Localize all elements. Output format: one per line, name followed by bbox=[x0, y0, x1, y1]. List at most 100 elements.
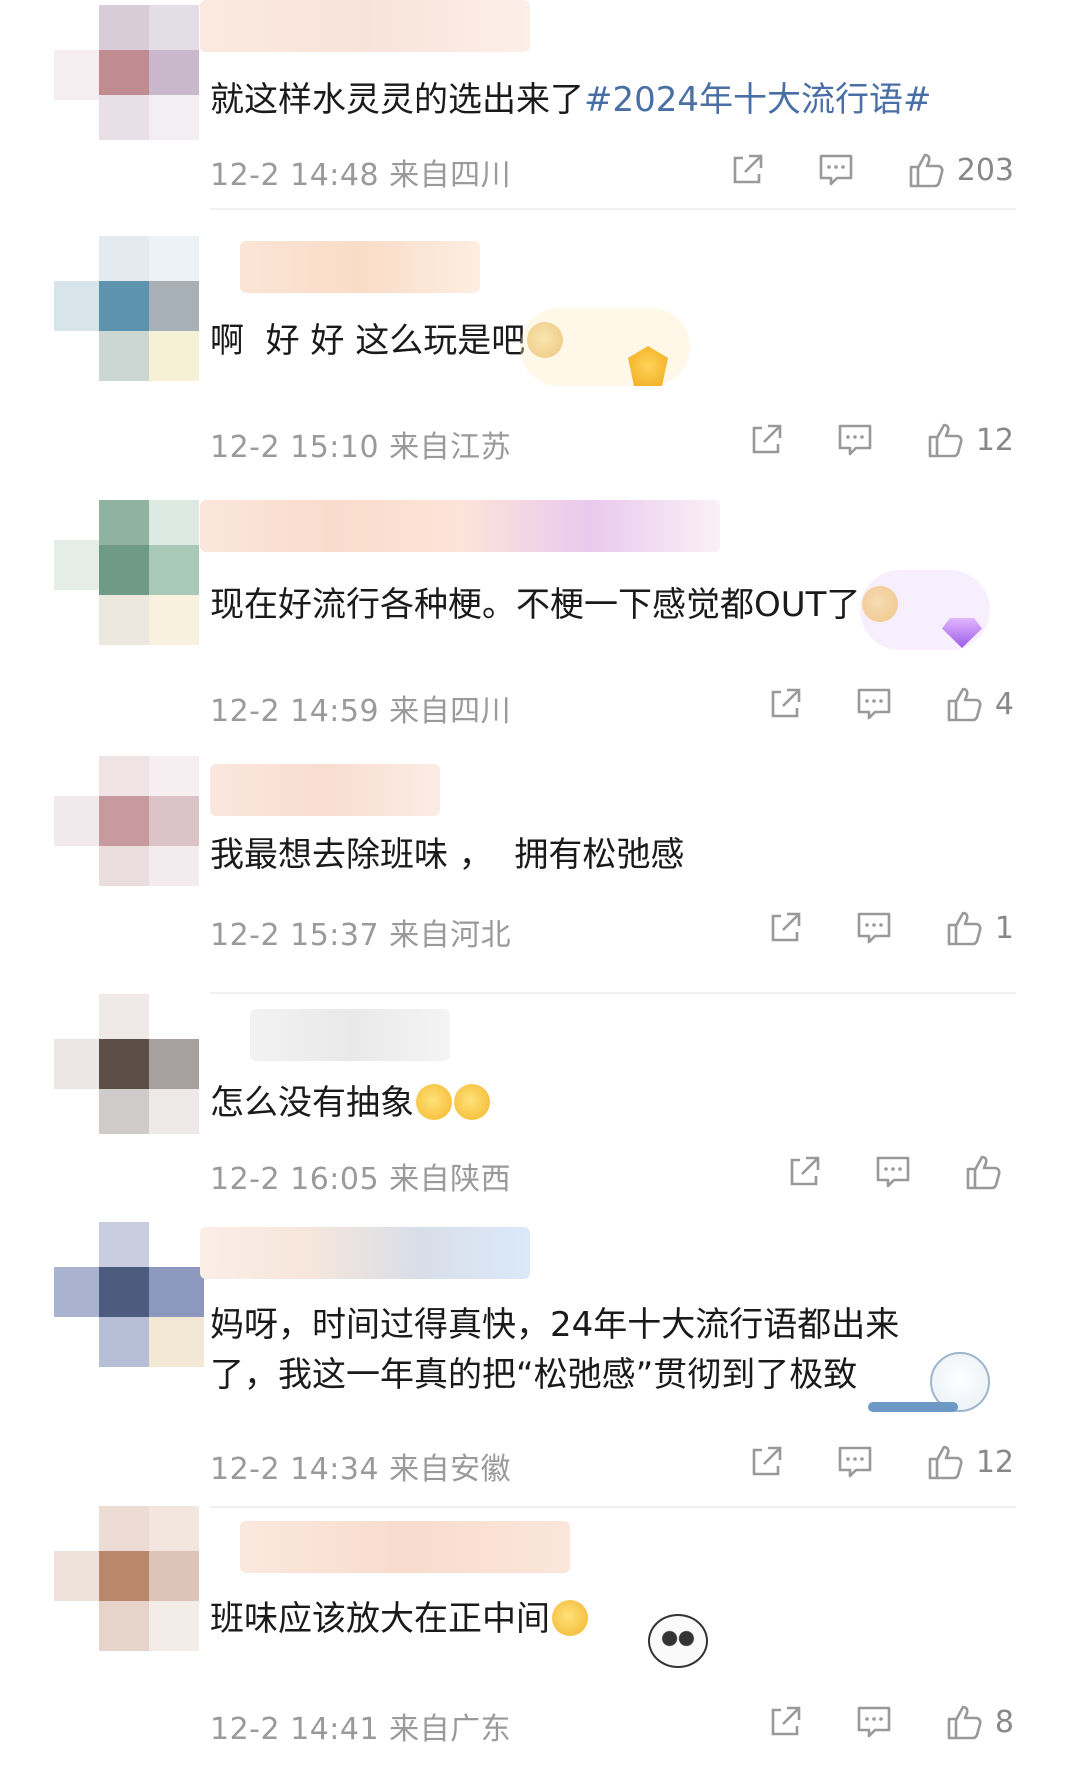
comment-location: 来自四川 bbox=[389, 158, 512, 193]
comment-time: 12-2 16:05 bbox=[210, 1162, 380, 1197]
like-button[interactable]: 203 bbox=[907, 151, 1014, 189]
comment-icon bbox=[876, 1156, 910, 1188]
comment-text: 怎么没有抽象 bbox=[210, 1078, 1010, 1128]
comment-time: 12-2 14:59 bbox=[210, 694, 380, 729]
username-blurred[interactable] bbox=[240, 1521, 570, 1573]
comment-time: 12-2 15:10 bbox=[210, 430, 380, 465]
comment-item: 我最想去除班味 ， 拥有松弛感 12-2 15:37 来自河北 1 bbox=[0, 756, 1080, 996]
avatar[interactable] bbox=[54, 0, 204, 150]
avatar[interactable] bbox=[54, 994, 204, 1144]
share-button[interactable] bbox=[729, 152, 765, 188]
laughing-crying-emoji-icon bbox=[416, 1084, 452, 1120]
like-button[interactable]: 4 bbox=[945, 685, 1014, 723]
share-button[interactable] bbox=[767, 1704, 803, 1740]
share-button[interactable] bbox=[748, 1444, 784, 1480]
thumbs-up-icon bbox=[928, 1445, 963, 1480]
like-button[interactable]: 8 bbox=[945, 1703, 1014, 1741]
divider bbox=[210, 208, 1016, 210]
comment-actions: 8 bbox=[767, 1700, 1014, 1744]
username-blurred[interactable] bbox=[200, 1227, 530, 1279]
comment-location: 来自四川 bbox=[389, 694, 512, 729]
comment-icon bbox=[838, 424, 872, 456]
share-button[interactable] bbox=[786, 1154, 822, 1190]
like-count: 4 bbox=[994, 686, 1014, 722]
share-icon bbox=[771, 688, 801, 718]
username-blurred[interactable] bbox=[240, 241, 480, 293]
comment-actions: 12 bbox=[748, 1440, 1014, 1484]
comment-item: 妈呀，时间过得真快，24年十大流行语都出来 了，我这一年真的把“松弛感”贯彻到了… bbox=[0, 1222, 1080, 1512]
comment-icon bbox=[857, 688, 891, 720]
share-icon bbox=[752, 1446, 782, 1476]
comment-item: 班味应该放大在正中间 12-2 14:41 来自广东 8 bbox=[0, 1506, 1080, 1774]
avatar[interactable] bbox=[54, 756, 204, 906]
share-icon bbox=[733, 154, 763, 184]
thumbs-up-icon bbox=[928, 423, 963, 458]
comment-location: 来自安徽 bbox=[389, 1452, 512, 1487]
panda-sticker-icon bbox=[648, 1614, 708, 1668]
thumbs-up-icon bbox=[909, 153, 944, 188]
reply-button[interactable] bbox=[855, 910, 893, 946]
comment-item: 怎么没有抽象 12-2 16:05 来自陕西 bbox=[0, 994, 1080, 1214]
like-count: 8 bbox=[994, 1704, 1014, 1740]
username-blurred[interactable] bbox=[200, 500, 720, 552]
share-icon bbox=[771, 912, 801, 942]
username-blurred[interactable] bbox=[210, 764, 440, 816]
comment-item: 啊 好 好 这么玩是吧 12-2 15:10 来自江苏 12 bbox=[0, 236, 1080, 476]
username-blurred[interactable] bbox=[250, 1009, 450, 1061]
comment-location: 来自陕西 bbox=[389, 1162, 512, 1197]
comment-icon bbox=[838, 1446, 872, 1478]
username-blurred[interactable] bbox=[200, 0, 530, 52]
comment-meta: 12-2 14:48 来自四川 bbox=[210, 150, 511, 194]
comment-icon bbox=[819, 154, 853, 186]
ribbon-sticker-icon bbox=[868, 1402, 958, 1412]
reply-button[interactable] bbox=[855, 1704, 893, 1740]
like-count: 203 bbox=[956, 152, 1014, 188]
share-button[interactable] bbox=[767, 910, 803, 946]
like-count: 12 bbox=[975, 422, 1014, 458]
comment-item: 现在好流行各种梗。不梗一下感觉都OUT了 12-2 14:59 来自四川 4 bbox=[0, 500, 1080, 740]
comment-time: 12-2 15:37 bbox=[210, 918, 380, 953]
comment-meta: 12-2 15:37 来自河北 bbox=[210, 910, 511, 954]
reply-button[interactable] bbox=[836, 1444, 874, 1480]
avatar[interactable] bbox=[54, 1506, 204, 1656]
reply-button[interactable] bbox=[855, 686, 893, 722]
hashtag-link[interactable]: #2024年十大流行语# bbox=[584, 80, 932, 120]
like-count: 12 bbox=[975, 1444, 1014, 1480]
comment-location: 来自广东 bbox=[389, 1712, 512, 1747]
like-button[interactable]: 12 bbox=[926, 1443, 1014, 1481]
share-icon bbox=[771, 1706, 801, 1736]
comment-meta: 12-2 14:59 来自四川 bbox=[210, 686, 511, 730]
avatar[interactable] bbox=[54, 236, 204, 386]
comment-time: 12-2 14:48 bbox=[210, 158, 380, 193]
comment-time: 12-2 14:41 bbox=[210, 1712, 380, 1747]
share-button[interactable] bbox=[748, 422, 784, 458]
reply-button[interactable] bbox=[817, 152, 855, 188]
thumbs-up-icon bbox=[947, 1705, 982, 1740]
like-button[interactable] bbox=[964, 1153, 1014, 1191]
comment-actions: 1 bbox=[767, 906, 1014, 950]
like-button[interactable]: 1 bbox=[945, 909, 1014, 947]
reply-button[interactable] bbox=[874, 1154, 912, 1190]
comment-actions: 203 bbox=[729, 148, 1014, 192]
share-icon bbox=[752, 424, 782, 454]
comment-actions: 12 bbox=[748, 418, 1014, 462]
share-icon bbox=[790, 1156, 820, 1186]
laughing-crying-emoji-icon bbox=[454, 1084, 490, 1120]
comment-text: 妈呀，时间过得真快，24年十大流行语都出来 了，我这一年真的把“松弛感”贯彻到了… bbox=[210, 1305, 900, 1395]
comment-location: 来自河北 bbox=[389, 918, 512, 953]
comment-meta: 12-2 16:05 来自陕西 bbox=[210, 1154, 511, 1198]
comment-location: 来自江苏 bbox=[389, 430, 512, 465]
comment-time: 12-2 14:34 bbox=[210, 1452, 380, 1487]
like-count: 1 bbox=[994, 910, 1014, 946]
avatar[interactable] bbox=[54, 1222, 204, 1372]
comment-meta: 12-2 14:41 来自广东 bbox=[210, 1704, 511, 1748]
reply-button[interactable] bbox=[836, 422, 874, 458]
like-button[interactable]: 12 bbox=[926, 421, 1014, 459]
comment-text: 班味应该放大在正中间 bbox=[210, 1594, 1010, 1644]
comment-meta: 12-2 15:10 来自江苏 bbox=[210, 422, 511, 466]
comment-text: 就这样水灵灵的选出来了#2024年十大流行语# bbox=[210, 80, 932, 120]
share-button[interactable] bbox=[767, 686, 803, 722]
comment-icon bbox=[857, 1706, 891, 1738]
avatar[interactable] bbox=[54, 500, 204, 650]
thumbs-up-icon bbox=[947, 911, 982, 946]
